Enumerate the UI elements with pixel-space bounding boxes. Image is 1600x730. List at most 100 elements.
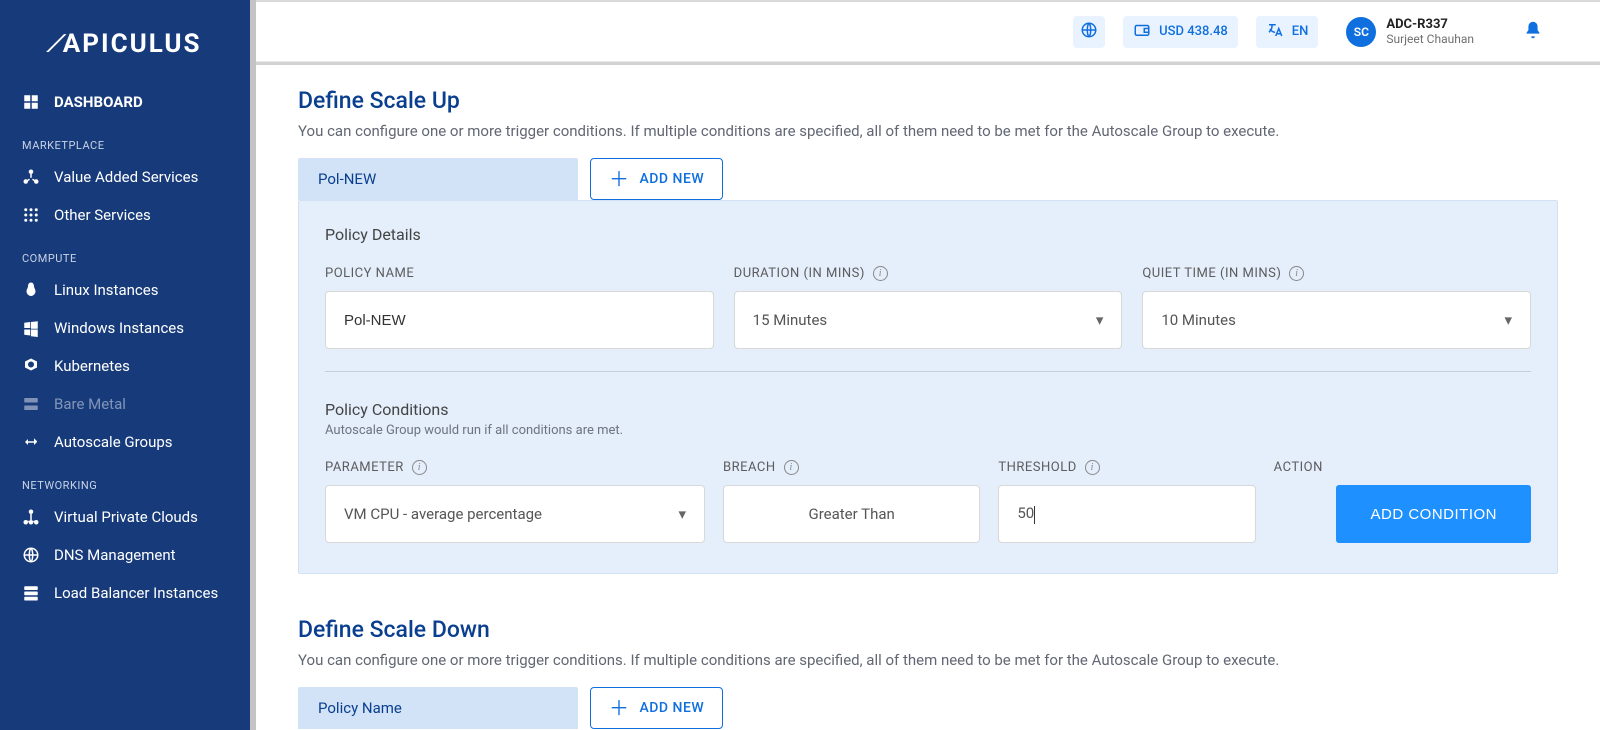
policy-tab-label: Policy Name bbox=[318, 699, 402, 717]
chevron-down-icon: ▾ bbox=[1504, 311, 1512, 329]
region-button[interactable] bbox=[1073, 16, 1105, 48]
sidebar-section-marketplace: MARKETPLACE bbox=[0, 121, 256, 158]
policy-name-value[interactable] bbox=[344, 312, 695, 329]
add-new-label: ADD NEW bbox=[640, 171, 705, 187]
breach-field: BREACH i Greater Than bbox=[723, 460, 980, 543]
brand-name: APICULUS bbox=[63, 29, 202, 59]
policy-name-input[interactable] bbox=[325, 291, 714, 349]
sidebar-item-windows[interactable]: Windows Instances bbox=[0, 309, 256, 347]
globe-icon bbox=[1080, 21, 1098, 43]
policy-details-heading: Policy Details bbox=[325, 225, 1531, 244]
info-icon[interactable]: i bbox=[1289, 266, 1304, 281]
sidebar-item-dns[interactable]: DNS Management bbox=[0, 536, 256, 574]
action-field: ACTION ADD CONDITION bbox=[1274, 460, 1531, 543]
sidebar-item-label: Load Balancer Instances bbox=[54, 584, 218, 602]
globe-icon bbox=[22, 546, 40, 564]
action-label: ACTION bbox=[1274, 460, 1323, 475]
notifications-button[interactable] bbox=[1522, 19, 1544, 45]
info-icon[interactable]: i bbox=[1085, 460, 1100, 475]
duration-select[interactable]: 15 Minutes ▾ bbox=[734, 291, 1123, 349]
policy-conditions-subtext: Autoscale Group would run if all conditi… bbox=[325, 423, 1531, 438]
policy-tab-label: Pol-NEW bbox=[318, 170, 376, 188]
add-new-label: ADD NEW bbox=[640, 700, 705, 716]
scaledown-policy-tab[interactable]: Policy Name bbox=[298, 687, 578, 729]
threshold-field: THRESHOLD i 50 bbox=[998, 460, 1255, 543]
user-name: Surjeet Chauhan bbox=[1386, 32, 1474, 46]
sidebar-item-label: DNS Management bbox=[54, 546, 176, 564]
sidebar-item-dashboard[interactable]: DASHBOARD bbox=[0, 83, 256, 121]
parameter-label: PARAMETER bbox=[325, 460, 404, 475]
parameter-select[interactable]: VM CPU - average percentage ▾ bbox=[325, 485, 705, 543]
duration-value: 15 Minutes bbox=[753, 311, 827, 329]
scaleup-title: Define Scale Up bbox=[298, 87, 1558, 114]
info-icon[interactable]: i bbox=[873, 266, 888, 281]
parameter-field: PARAMETER i VM CPU - average percentage … bbox=[325, 460, 705, 543]
chevron-down-icon: ▾ bbox=[678, 505, 686, 523]
sidebar-item-label: Kubernetes bbox=[54, 357, 130, 375]
sidebar-item-autoscale[interactable]: Autoscale Groups bbox=[0, 423, 256, 461]
brand-logo: ∕APICULUS bbox=[0, 18, 256, 83]
scaleup-add-policy-button[interactable]: ＋ ADD NEW bbox=[590, 158, 723, 200]
info-icon[interactable]: i bbox=[412, 460, 427, 475]
sidebar-item-label: Autoscale Groups bbox=[54, 433, 173, 451]
scaledown-title: Define Scale Down bbox=[298, 616, 1558, 643]
duration-field: DURATION (IN MINS) i 15 Minutes ▾ bbox=[734, 266, 1123, 349]
breach-value: Greater Than bbox=[809, 505, 895, 523]
services-icon bbox=[22, 168, 40, 186]
add-condition-button[interactable]: ADD CONDITION bbox=[1336, 485, 1531, 543]
scaledown-add-policy-button[interactable]: ＋ ADD NEW bbox=[590, 687, 723, 729]
server-icon bbox=[22, 395, 40, 413]
quiet-time-field: QUIET TIME (IN MINS) i 10 Minutes ▾ bbox=[1142, 266, 1531, 349]
parameter-value: VM CPU - average percentage bbox=[344, 505, 542, 523]
quiet-time-select[interactable]: 10 Minutes ▾ bbox=[1142, 291, 1531, 349]
duration-label: DURATION (IN MINS) bbox=[734, 266, 865, 281]
add-condition-label: ADD CONDITION bbox=[1370, 506, 1497, 523]
sidebar-item-baremetal: Bare Metal bbox=[0, 385, 256, 423]
breach-label: BREACH bbox=[723, 460, 776, 475]
sidebar-item-other[interactable]: Other Services bbox=[0, 196, 256, 234]
sidebar-item-vpc[interactable]: Virtual Private Clouds bbox=[0, 498, 256, 536]
user-menu[interactable]: SC ADC-R337 Surjeet Chauhan bbox=[1346, 17, 1474, 47]
sidebar-section-networking: NETWORKING bbox=[0, 461, 256, 498]
sidebar-item-vas[interactable]: Value Added Services bbox=[0, 158, 256, 196]
sidebar-item-kubernetes[interactable]: Kubernetes bbox=[0, 347, 256, 385]
policy-name-label: POLICY NAME bbox=[325, 266, 714, 281]
linux-icon bbox=[22, 281, 40, 299]
top-bar: USD 438.48 EN SC ADC-R337 Surjeet Chauha… bbox=[256, 0, 1600, 62]
info-icon[interactable]: i bbox=[784, 460, 799, 475]
threshold-label: THRESHOLD bbox=[998, 460, 1076, 475]
language-button[interactable]: EN bbox=[1256, 16, 1319, 48]
scaleup-policy-tab[interactable]: Pol-NEW bbox=[298, 158, 578, 200]
divider bbox=[325, 371, 1531, 372]
sidebar-item-label: Value Added Services bbox=[54, 168, 198, 186]
sidebar-scrollbar[interactable] bbox=[250, 0, 256, 730]
autoscale-icon bbox=[22, 433, 40, 451]
translate-icon bbox=[1266, 21, 1284, 43]
threshold-value: 50 bbox=[1017, 504, 1035, 523]
balance-button[interactable]: USD 438.48 bbox=[1123, 16, 1238, 48]
policy-conditions-heading: Policy Conditions bbox=[325, 400, 1531, 419]
kubernetes-icon bbox=[22, 357, 40, 375]
avatar: SC bbox=[1346, 17, 1376, 47]
dashboard-icon bbox=[22, 93, 40, 111]
quiet-time-label: QUIET TIME (IN MINS) bbox=[1142, 266, 1281, 281]
user-code: ADC-R337 bbox=[1386, 17, 1474, 33]
wallet-icon bbox=[1133, 21, 1151, 43]
windows-icon bbox=[22, 319, 40, 337]
network-icon bbox=[22, 508, 40, 526]
quiet-time-value: 10 Minutes bbox=[1161, 311, 1235, 329]
loadbalancer-icon bbox=[22, 584, 40, 602]
scaleup-desc: You can configure one or more trigger co… bbox=[298, 122, 1558, 140]
scaleup-policy-card: Policy Details POLICY NAME DURATION (IN … bbox=[298, 200, 1558, 574]
sidebar-item-label: Other Services bbox=[54, 206, 151, 224]
content-scroll[interactable]: Define Scale Up You can configure one or… bbox=[256, 62, 1600, 730]
sidebar-item-lb[interactable]: Load Balancer Instances bbox=[0, 574, 256, 612]
language-code: EN bbox=[1292, 24, 1309, 39]
sidebar-item-label: Bare Metal bbox=[54, 395, 126, 413]
scaledown-desc: You can configure one or more trigger co… bbox=[298, 651, 1558, 669]
sidebar-item-label: Virtual Private Clouds bbox=[54, 508, 198, 526]
sidebar: ∕APICULUS DASHBOARD MARKETPLACE Value Ad… bbox=[0, 0, 256, 730]
threshold-input[interactable]: 50 bbox=[998, 485, 1255, 543]
breach-input[interactable]: Greater Than bbox=[723, 485, 980, 543]
sidebar-item-linux[interactable]: Linux Instances bbox=[0, 271, 256, 309]
